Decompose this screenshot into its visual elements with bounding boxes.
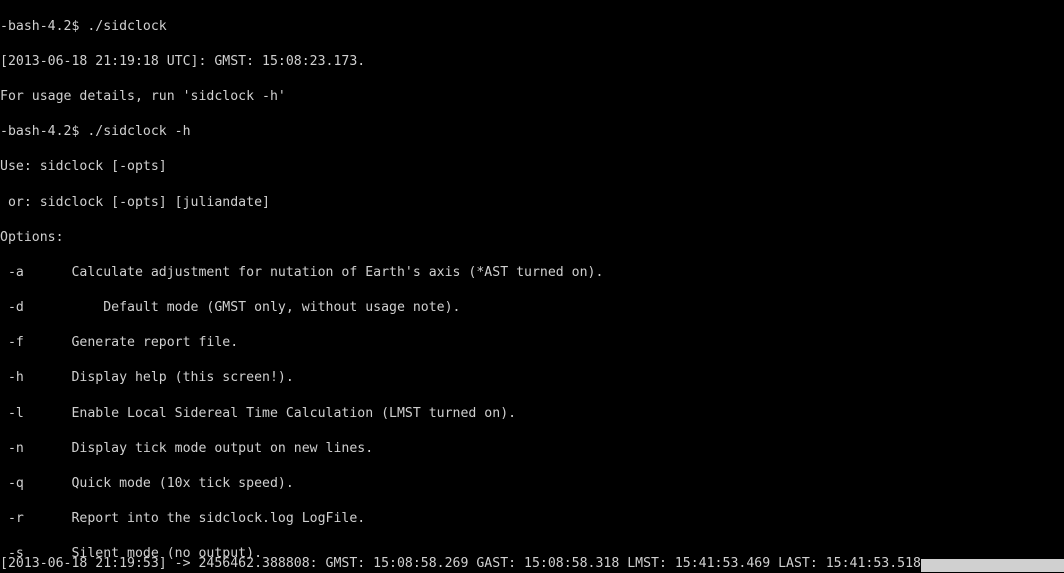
shell-prompt: -bash-4.2$ <box>0 124 87 139</box>
help-option-f: -f Generate report file. <box>0 334 1064 352</box>
help-options-header: Options: <box>0 229 1064 247</box>
cursor-bar <box>921 559 1064 572</box>
help-option-n: -n Display tick mode output on new lines… <box>0 440 1064 458</box>
help-usage-1: Use: sidclock [-opts] <box>0 158 1064 176</box>
help-usage-2: or: sidclock [-opts] [juliandate] <box>0 194 1064 212</box>
help-option-h: -h Display help (this screen!). <box>0 369 1064 387</box>
tick-output: [2013-06-18 21:19:53] -> 2456462.388808:… <box>0 555 921 573</box>
command-1: ./sidclock <box>87 19 166 34</box>
shell-prompt: -bash-4.2$ <box>0 19 87 34</box>
help-option-a: -a Calculate adjustment for nutation of … <box>0 264 1064 282</box>
status-line: [2013-06-18 21:19:53] -> 2456462.388808:… <box>0 555 1064 573</box>
help-option-l: -l Enable Local Sidereal Time Calculatio… <box>0 405 1064 423</box>
help-option-r: -r Report into the sidclock.log LogFile. <box>0 510 1064 528</box>
help-option-q: -q Quick mode (10x tick speed). <box>0 475 1064 493</box>
output-line: For usage details, run 'sidclock -h' <box>0 88 1064 106</box>
command-2: ./sidclock -h <box>87 124 190 139</box>
help-option-d: -d Default mode (GMST only, without usag… <box>0 299 1064 317</box>
terminal-output[interactable]: -bash-4.2$ ./sidclock [2013-06-18 21:19:… <box>0 0 1064 573</box>
output-line: [2013-06-18 21:19:18 UTC]: GMST: 15:08:2… <box>0 53 1064 71</box>
